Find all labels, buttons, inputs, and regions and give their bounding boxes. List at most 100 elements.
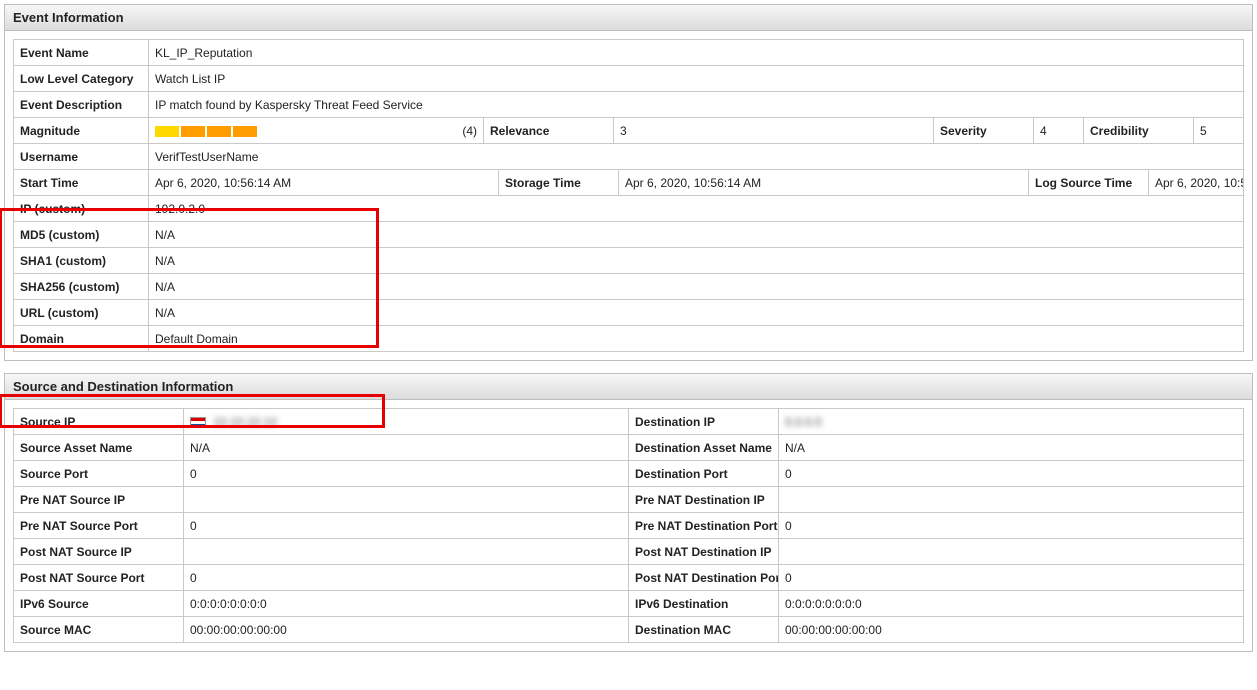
row-domain: Domain Default Domain xyxy=(14,326,1244,352)
value-prenat-destination-ip xyxy=(779,487,1244,513)
row-url-custom: URL (custom) N/A xyxy=(14,300,1244,326)
label-severity: Severity xyxy=(934,118,1034,144)
source-destination-panel: Source and Destination Information Sourc… xyxy=(4,373,1253,652)
flag-icon xyxy=(190,417,206,428)
value-domain: Default Domain xyxy=(149,326,1244,352)
label-postnat-destination-ip: Post NAT Destination IP xyxy=(629,539,779,565)
value-log-source-time: Apr 6, 2020, 10:56:04 AM xyxy=(1149,170,1244,196)
label-log-source-time: Log Source Time xyxy=(1029,170,1149,196)
label-destination-port: Destination Port xyxy=(629,461,779,487)
label-start-time: Start Time xyxy=(14,170,149,196)
label-low-level-category: Low Level Category xyxy=(14,66,149,92)
value-postnat-destination-ip xyxy=(779,539,1244,565)
event-time-table: Start Time Apr 6, 2020, 10:56:14 AM Stor… xyxy=(13,169,1244,196)
magnitude-bar-icon xyxy=(233,126,257,137)
value-source-asset-name: N/A xyxy=(184,435,629,461)
value-low-level-category: Watch List IP xyxy=(149,66,1244,92)
magnitude-bar-icon xyxy=(181,126,205,137)
value-postnat-source-port: 0 xyxy=(184,565,629,591)
value-source-ip[interactable]: 10.10.10.10 xyxy=(184,409,629,435)
row-prenat-ip: Pre NAT Source IP Pre NAT Destination IP xyxy=(14,487,1244,513)
value-destination-port: 0 xyxy=(779,461,1244,487)
value-destination-asset-name: N/A xyxy=(779,435,1244,461)
row-port: Source Port 0 Destination Port 0 xyxy=(14,461,1244,487)
value-username: VerifTestUserName xyxy=(149,144,1244,170)
value-magnitude: (4) xyxy=(149,118,484,144)
row-times: Start Time Apr 6, 2020, 10:56:14 AM Stor… xyxy=(14,170,1244,196)
label-source-ip: Source IP xyxy=(14,409,184,435)
value-destination-ip[interactable]: 0.0.0.0 xyxy=(779,409,1244,435)
row-mac: Source MAC 00:00:00:00:00:00 Destination… xyxy=(14,617,1244,643)
value-start-time: Apr 6, 2020, 10:56:14 AM xyxy=(149,170,499,196)
label-postnat-source-port: Post NAT Source Port xyxy=(14,565,184,591)
label-prenat-source-ip: Pre NAT Source IP xyxy=(14,487,184,513)
value-destination-mac: 00:00:00:00:00:00 xyxy=(779,617,1244,643)
source-ip-text: 10.10.10.10 xyxy=(213,415,276,429)
row-ipv6: IPv6 Source 0:0:0:0:0:0:0:0 IPv6 Destina… xyxy=(14,591,1244,617)
value-ip-custom: 192.0.2.0 xyxy=(149,196,1244,222)
destination-ip-text: 0.0.0.0 xyxy=(785,415,822,429)
event-custom-table: IP (custom) 192.0.2.0 MD5 (custom) N/A S… xyxy=(13,195,1244,352)
row-asset-name: Source Asset Name N/A Destination Asset … xyxy=(14,435,1244,461)
value-severity: 4 xyxy=(1034,118,1084,144)
value-sha256-custom: N/A xyxy=(149,274,1244,300)
label-relevance: Relevance xyxy=(484,118,614,144)
label-url-custom: URL (custom) xyxy=(14,300,149,326)
value-relevance: 3 xyxy=(614,118,934,144)
value-storage-time: Apr 6, 2020, 10:56:14 AM xyxy=(619,170,1029,196)
row-event-description: Event Description IP match found by Kasp… xyxy=(14,92,1244,118)
label-ip-custom: IP (custom) xyxy=(14,196,149,222)
srcdst-table: Source IP 10.10.10.10 Destination IP 0.0… xyxy=(13,408,1244,643)
value-event-description: IP match found by Kaspersky Threat Feed … xyxy=(149,92,1244,118)
label-source-mac: Source MAC xyxy=(14,617,184,643)
label-credibility: Credibility xyxy=(1084,118,1194,144)
label-ipv6-source: IPv6 Source xyxy=(14,591,184,617)
label-magnitude: Magnitude xyxy=(14,118,149,144)
value-ipv6-source: 0:0:0:0:0:0:0:0 xyxy=(184,591,629,617)
row-low-level-category: Low Level Category Watch List IP xyxy=(14,66,1244,92)
row-md5-custom: MD5 (custom) N/A xyxy=(14,222,1244,248)
magnitude-bar-icon xyxy=(207,126,231,137)
row-event-name: Event Name KL_IP_Reputation xyxy=(14,40,1244,66)
value-postnat-source-ip xyxy=(184,539,629,565)
value-prenat-source-ip xyxy=(184,487,629,513)
label-md5-custom: MD5 (custom) xyxy=(14,222,149,248)
label-destination-ip: Destination IP xyxy=(629,409,779,435)
label-sha256-custom: SHA256 (custom) xyxy=(14,274,149,300)
value-postnat-destination-port: 0 xyxy=(779,565,1244,591)
row-magnitude: Magnitude (4) Relevance 3 Severity 4 Cre… xyxy=(14,118,1244,144)
label-username: Username xyxy=(14,144,149,170)
value-sha1-custom: N/A xyxy=(149,248,1244,274)
label-destination-asset-name: Destination Asset Name xyxy=(629,435,779,461)
row-source-ip: Source IP 10.10.10.10 Destination IP 0.0… xyxy=(14,409,1244,435)
label-storage-time: Storage Time xyxy=(499,170,619,196)
value-ipv6-destination: 0:0:0:0:0:0:0:0 xyxy=(779,591,1244,617)
label-prenat-source-port: Pre NAT Source Port xyxy=(14,513,184,539)
label-event-name: Event Name xyxy=(14,40,149,66)
row-postnat-ip: Post NAT Source IP Post NAT Destination … xyxy=(14,539,1244,565)
label-source-asset-name: Source Asset Name xyxy=(14,435,184,461)
label-event-description: Event Description xyxy=(14,92,149,118)
srcdst-body: Source IP 10.10.10.10 Destination IP 0.0… xyxy=(5,400,1252,651)
value-event-name: KL_IP_Reputation xyxy=(149,40,1244,66)
label-source-port: Source Port xyxy=(14,461,184,487)
label-domain: Domain xyxy=(14,326,149,352)
magnitude-bar-icon xyxy=(155,126,179,137)
row-username: Username VerifTestUserName xyxy=(14,144,1244,170)
label-sha1-custom: SHA1 (custom) xyxy=(14,248,149,274)
magnitude-count: (4) xyxy=(462,124,477,138)
label-postnat-source-ip: Post NAT Source IP xyxy=(14,539,184,565)
event-info-header: Event Information xyxy=(5,5,1252,31)
value-md5-custom: N/A xyxy=(149,222,1244,248)
value-source-port: 0 xyxy=(184,461,629,487)
label-ipv6-destination: IPv6 Destination xyxy=(629,591,779,617)
label-prenat-destination-port: Pre NAT Destination Port xyxy=(629,513,779,539)
row-prenat-port: Pre NAT Source Port 0 Pre NAT Destinatio… xyxy=(14,513,1244,539)
srcdst-header: Source and Destination Information xyxy=(5,374,1252,400)
value-credibility: 5 xyxy=(1194,118,1244,144)
value-url-custom: N/A xyxy=(149,300,1244,326)
label-destination-mac: Destination MAC xyxy=(629,617,779,643)
row-sha1-custom: SHA1 (custom) N/A xyxy=(14,248,1244,274)
value-prenat-source-port: 0 xyxy=(184,513,629,539)
value-source-mac: 00:00:00:00:00:00 xyxy=(184,617,629,643)
